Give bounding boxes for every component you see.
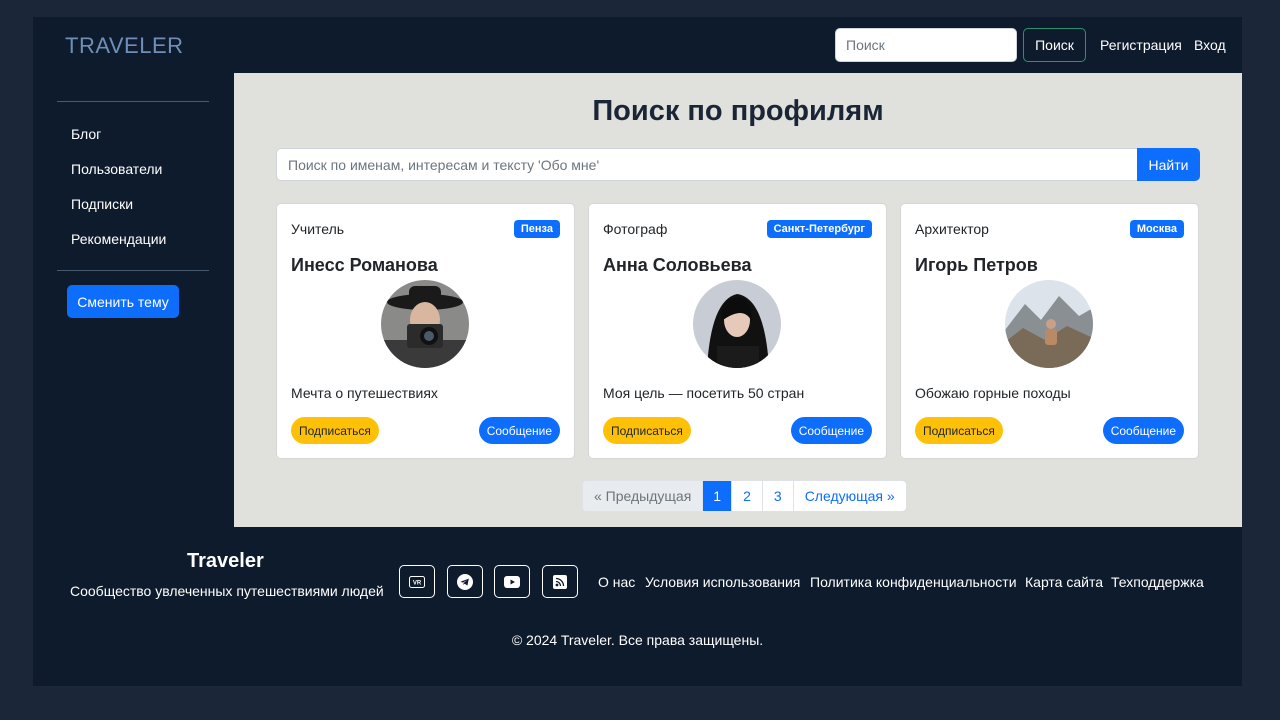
- profile-role: Архитектор: [915, 221, 989, 237]
- vr-icon[interactable]: VR: [399, 565, 435, 598]
- message-button[interactable]: Сообщение: [478, 417, 560, 444]
- city-badge: Санкт-Петербург: [766, 220, 872, 238]
- profile-role: Фотограф: [603, 221, 668, 237]
- brand-logo[interactable]: TRAVELER: [65, 33, 184, 59]
- header-search-button[interactable]: Поиск: [1023, 28, 1086, 62]
- profile-name[interactable]: Игорь Петров: [915, 255, 1038, 276]
- city-badge: Пенза: [513, 220, 560, 238]
- profile-name[interactable]: Анна Соловьева: [603, 255, 751, 276]
- footer-link-privacy[interactable]: Политика конфиденциальности: [810, 574, 1017, 590]
- sidebar-item-recommendations[interactable]: Рекомендации: [71, 231, 166, 247]
- subscribe-button[interactable]: Подписаться: [603, 417, 691, 444]
- message-button[interactable]: Сообщение: [790, 417, 872, 444]
- avatar[interactable]: [1005, 280, 1093, 368]
- footer-brand: Traveler: [187, 550, 264, 572]
- sidebar-item-blog[interactable]: Блог: [71, 126, 101, 142]
- footer-link-support[interactable]: Техподдержка: [1111, 574, 1204, 590]
- avatar[interactable]: [381, 280, 469, 368]
- sidebar-divider: [57, 270, 209, 271]
- profile-about: Обожаю горные походы: [915, 385, 1071, 401]
- footer-link-about[interactable]: О нас: [598, 574, 635, 590]
- change-theme-button[interactable]: Сменить тему: [67, 285, 179, 318]
- copyright: © 2024 Traveler. Все права защищены.: [511, 632, 764, 648]
- profile-card: Учитель Пенза Инесс Романова Мечта о пут…: [276, 203, 575, 459]
- sidebar-item-users[interactable]: Пользователи: [71, 161, 162, 177]
- profile-card: Фотограф Санкт-Петербург Анна Соловьева …: [588, 203, 887, 459]
- message-button[interactable]: Сообщение: [1102, 417, 1184, 444]
- pagination-next[interactable]: Следующая »: [794, 481, 906, 511]
- city-badge: Москва: [1129, 220, 1184, 238]
- pagination-prev[interactable]: « Предыдущая: [583, 481, 704, 511]
- profile-name[interactable]: Инесс Романова: [291, 255, 438, 276]
- app-frame: TRAVELER Поиск Регистрация Вход Блог Пол…: [33, 17, 1242, 686]
- youtube-icon[interactable]: [494, 565, 530, 598]
- pagination: « Предыдущая 1 2 3 Следующая »: [582, 480, 907, 512]
- register-link[interactable]: Регистрация: [1100, 37, 1182, 53]
- find-button[interactable]: Найти: [1137, 148, 1200, 181]
- sidebar-divider: [57, 101, 209, 102]
- pagination-page-1[interactable]: 1: [703, 481, 733, 511]
- avatar[interactable]: [693, 280, 781, 368]
- subscribe-button[interactable]: Подписаться: [915, 417, 1003, 444]
- profile-search-input[interactable]: [276, 148, 1138, 181]
- profile-about: Моя цель — посетить 50 стран: [603, 385, 805, 401]
- sidebar-item-subscriptions[interactable]: Подписки: [71, 196, 133, 212]
- login-link[interactable]: Вход: [1194, 37, 1226, 53]
- pagination-page-3[interactable]: 3: [763, 481, 794, 511]
- telegram-icon[interactable]: [447, 565, 483, 598]
- profile-role: Учитель: [291, 221, 345, 237]
- subscribe-button[interactable]: Подписаться: [291, 417, 379, 444]
- footer-tagline: Сообщество увлеченных путешествиями люде…: [70, 583, 384, 599]
- page-title: Поиск по профилям: [592, 95, 884, 127]
- profile-card: Архитектор Москва Игорь Петров Обожаю го…: [900, 203, 1199, 459]
- pagination-page-2[interactable]: 2: [732, 481, 763, 511]
- footer-link-sitemap[interactable]: Карта сайта: [1025, 574, 1103, 590]
- header-search-input[interactable]: [835, 28, 1017, 62]
- main-content: Поиск по профилям Найти Учитель Пенза Ин…: [234, 73, 1242, 527]
- svg-text:VR: VR: [413, 580, 422, 586]
- profile-about: Мечта о путешествиях: [291, 385, 438, 401]
- footer-link-terms[interactable]: Условия использования: [645, 574, 800, 590]
- rss-icon[interactable]: [542, 565, 578, 598]
